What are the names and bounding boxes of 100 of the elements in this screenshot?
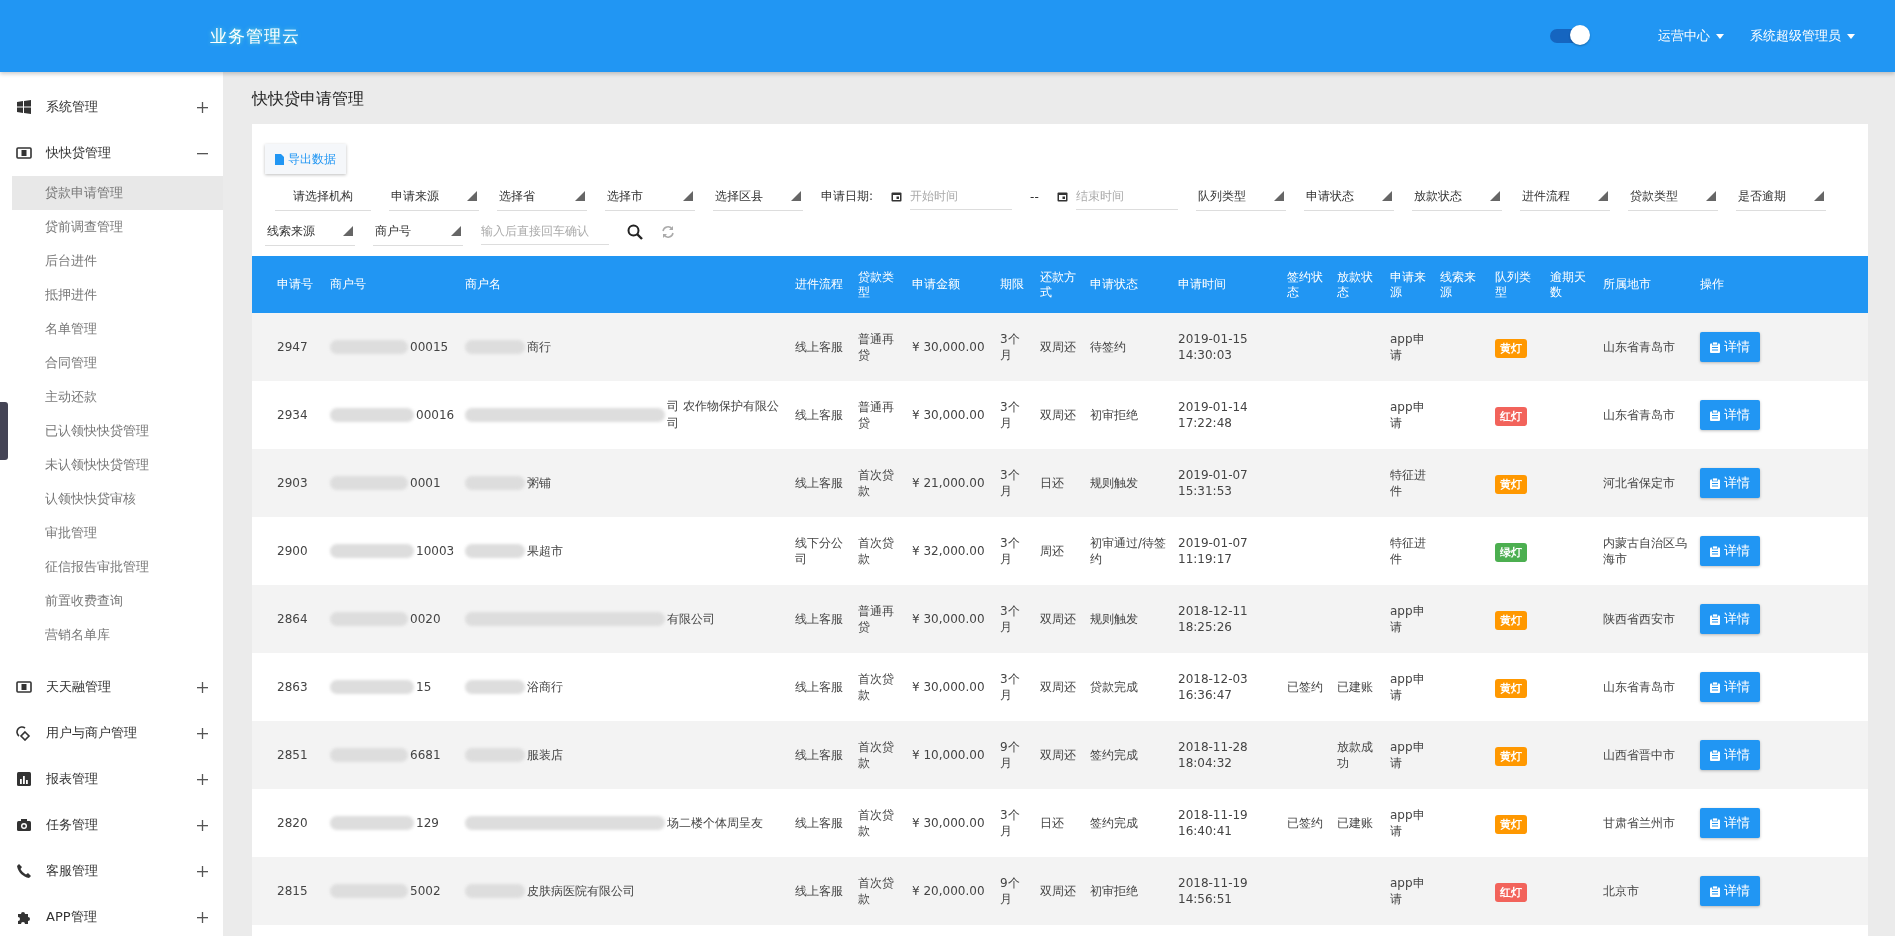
filter-select[interactable]: 线索来源 [265,217,355,246]
header-menu[interactable]: 运营中心 [1658,27,1724,45]
filter-select[interactable]: 申请状态 [1303,182,1394,211]
search-icon[interactable] [627,223,643,240]
plus-icon[interactable] [197,865,208,877]
table-cell-text: ¥ 30,000.00 [911,679,986,695]
sidebar-group[interactable]: APP管理 [0,894,223,936]
table-cell-text: 首次贷款 [857,875,895,907]
plus-icon[interactable] [197,727,208,739]
table-cell-text: 线上客服 [794,407,844,423]
table-cell-text: 首次贷款 [857,739,895,771]
column-header: 逾期天数 [1549,269,1587,300]
table-cell: 场二楼个体周呈友 [667,814,763,832]
column-header: 商户名 [464,277,502,292]
filter-select[interactable]: 商户号 [373,217,463,246]
detail-button[interactable]: 详情 [1700,808,1760,838]
table-cell-text: ¥ 30,000.00 [911,815,986,831]
sidebar-group[interactable]: 报表管理 [0,756,223,802]
detail-button[interactable]: 详情 [1700,876,1760,906]
plus-icon[interactable] [197,681,208,693]
column-header: 贷款类型 [857,269,895,300]
table-cell-text: 线上客服 [794,679,844,695]
table-cell-text: 2018-11-19 14:56:51 [1177,875,1249,907]
table-cell-text: 9个月 [999,875,1021,907]
sidebar-group[interactable]: 任务管理 [0,802,223,848]
sidebar-item[interactable]: 审批管理 [12,516,223,550]
table-cell-text: 北京市 [1602,883,1640,899]
sidebar-item[interactable]: 已认领快快贷管理 [12,414,223,448]
table-cell-text: 山东省青岛市 [1602,407,1676,423]
table-cell-text: 签约完成 [1089,815,1139,831]
table-cell-text: 首次贷款 [857,535,895,567]
table-cell-text: 2019-01-07 11:19:17 [1177,535,1249,567]
filter-select[interactable]: 选择省 [497,182,587,211]
table-cell-text: 3个月 [999,671,1021,703]
detail-button[interactable]: 详情 [1700,400,1760,430]
sidebar-item[interactable]: 未认领快快贷管理 [12,448,223,482]
table-cell-text: 首次贷款 [857,467,895,499]
filter-select[interactable]: 选择市 [605,182,695,211]
table-cell-text: ¥ 32,000.00 [911,543,986,559]
column-header: 申请金额 [911,277,961,292]
tag-icon [16,725,32,741]
filter-select[interactable]: 贷款类型 [1627,182,1718,211]
sidebar-group[interactable]: 用户与商户管理 [0,710,223,756]
group-label: 用户与商户管理 [46,724,138,742]
sidebar-item[interactable]: 抵押进件 [12,278,223,312]
sidebar-item[interactable]: 贷款申请管理 [12,176,223,210]
table-cell-text: 3个月 [999,467,1021,499]
filter-select[interactable]: 申请来源 [389,182,479,211]
table-cell-text: 2863 [276,679,309,695]
org-select[interactable]: 请选择机构 [275,182,371,211]
queue-badge: 黄灯 [1495,338,1527,358]
header-menu[interactable]: 系统超级管理员 [1750,27,1855,45]
sidebar-item[interactable]: 合同管理 [12,346,223,380]
sidebar-item[interactable]: 名单管理 [12,312,223,346]
table-cell-text: 线上客服 [794,815,844,831]
filter-select[interactable]: 是否逾期 [1735,182,1826,211]
dropdown-triangle-icon [343,226,353,236]
detail-button[interactable]: 详情 [1700,468,1760,498]
queue-badge: 红灯 [1495,406,1527,426]
filter-select[interactable]: 进件流程 [1519,182,1610,211]
table-cell-text: app申请 [1389,807,1426,839]
table-cell-text: 双周还 [1039,611,1077,627]
table-cell: 6681 [410,748,441,762]
detail-button[interactable]: 详情 [1700,604,1760,634]
filter-select[interactable]: 放款状态 [1411,182,1502,211]
sidebar-group[interactable]: 系统管理 [0,84,223,130]
plus-icon[interactable] [197,819,208,831]
sidebar-item[interactable]: 征信报告审批管理 [12,550,223,584]
column-header: 进件流程 [794,277,844,292]
detail-button[interactable]: 详情 [1700,332,1760,362]
detail-button[interactable]: 详情 [1700,740,1760,770]
filter-select[interactable]: 选择区县 [713,182,803,211]
plus-icon[interactable] [197,101,208,113]
side-handle[interactable] [0,402,8,460]
sidebar-item[interactable]: 主动还款 [12,380,223,414]
sidebar-group[interactable]: 快快贷管理 [0,130,223,176]
clipboard-icon [1710,817,1720,829]
plus-icon[interactable] [197,773,208,785]
queue-badge: 黄灯 [1495,610,1527,630]
sidebar-item[interactable]: 前置收费查询 [12,584,223,618]
sidebar-item[interactable]: 后台进件 [12,244,223,278]
sidebar-group[interactable]: 客服管理 [0,848,223,894]
group-label: 报表管理 [46,770,99,788]
table-cell-text: 2947 [276,339,309,355]
detail-button[interactable]: 详情 [1700,536,1760,566]
plus-icon[interactable] [197,911,208,923]
clipboard-icon [1710,545,1720,557]
sidebar-item[interactable]: 认领快快贷审核 [12,482,223,516]
sidebar-group[interactable]: 天天融管理 [0,664,223,710]
sidebar-item[interactable]: 营销名单库 [12,618,223,652]
detail-button[interactable]: 详情 [1700,672,1760,702]
table-cell-text: 2815 [276,883,309,899]
table-cell-text: app申请 [1389,603,1426,635]
table-cell-text: 日还 [1039,475,1065,491]
group-label: 任务管理 [46,816,99,834]
filter-select[interactable]: 队列类型 [1195,182,1286,211]
table-cell-text: ¥ 10,000.00 [911,747,986,763]
sidebar-item[interactable]: 贷前调查管理 [12,210,223,244]
export-button[interactable]: 导出数据 [265,144,346,174]
document-icon [275,153,284,165]
